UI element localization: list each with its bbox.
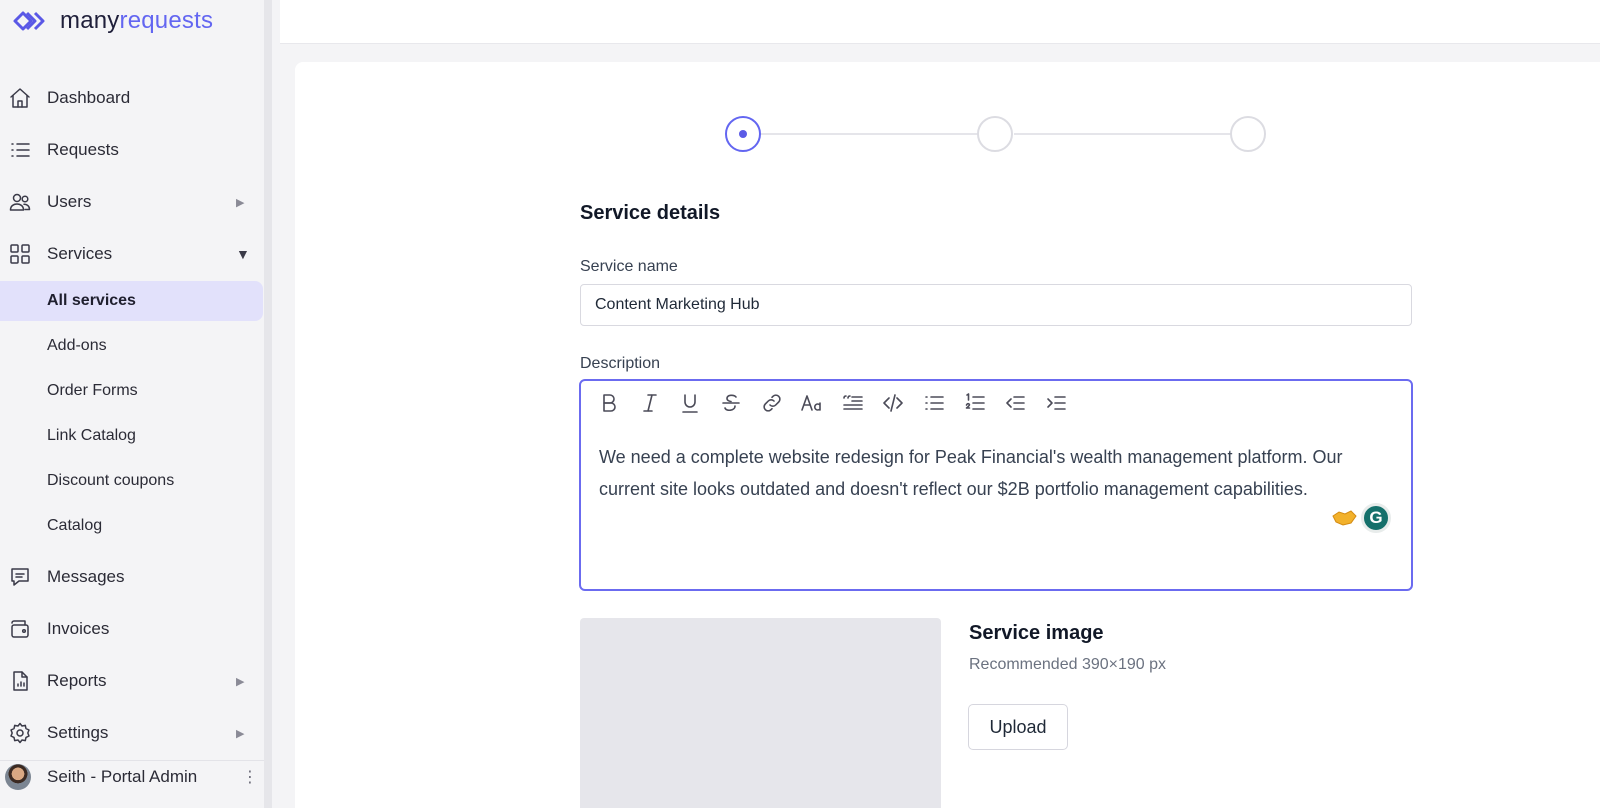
- section-title: Service details: [580, 202, 721, 224]
- progress-stepper: [725, 116, 1270, 152]
- sidebar-subitem-label: Discount coupons: [47, 472, 175, 489]
- sidebar-subitem-all-services[interactable]: All services: [0, 281, 263, 321]
- current-user[interactable]: Seith - Portal Admin ⋮: [0, 760, 264, 792]
- editor-toolbar: [589, 387, 1076, 419]
- step-connector: [761, 133, 978, 135]
- extension-icons: G: [1331, 503, 1391, 533]
- description-text[interactable]: We need a complete website redesign for …: [599, 441, 1369, 505]
- upload-button[interactable]: Upload: [968, 704, 1068, 750]
- sidebar-item-label: Dashboard: [47, 88, 131, 107]
- sidebar-item-invoices[interactable]: Invoices: [0, 608, 264, 650]
- underline-icon[interactable]: [670, 387, 711, 419]
- avatar[interactable]: [5, 763, 31, 790]
- sidebar-subitem-label: Catalog: [47, 517, 103, 534]
- sidebar-item-label: Messages: [47, 567, 125, 586]
- step-1[interactable]: [725, 116, 761, 152]
- description-editor[interactable]: We need a complete website redesign for …: [579, 379, 1413, 591]
- sidebar-subitem-discount-coupons[interactable]: Discount coupons: [0, 461, 264, 501]
- report-icon: [7, 668, 33, 694]
- sidebar-item-label: Invoices: [47, 619, 110, 638]
- home-icon: [7, 85, 33, 111]
- grammarly-icon[interactable]: G: [1361, 503, 1391, 533]
- indent-icon[interactable]: [1036, 387, 1077, 419]
- font-size-icon[interactable]: [792, 387, 833, 419]
- user-name: Seith - Portal Admin: [47, 766, 198, 786]
- users-icon: [7, 189, 33, 215]
- code-icon[interactable]: [873, 387, 914, 419]
- sidebar-item-messages[interactable]: Messages: [0, 556, 264, 598]
- bold-icon[interactable]: [589, 387, 630, 419]
- service-name-input[interactable]: [580, 284, 1412, 326]
- sidebar-item-dashboard[interactable]: Dashboard: [0, 77, 264, 119]
- top-bar: [280, 0, 1600, 44]
- more-options-icon[interactable]: ⋮: [242, 767, 258, 787]
- wallet-icon: [7, 616, 33, 642]
- chevron-down-icon[interactable]: ▼: [236, 246, 250, 262]
- sidebar-subitem-catalog[interactable]: Catalog: [0, 506, 264, 546]
- numbered-list-icon[interactable]: [954, 387, 995, 419]
- sidebar-subitem-label: All services: [47, 292, 136, 309]
- sidebar-subitem-order-forms[interactable]: Order Forms: [0, 371, 264, 411]
- chevron-right-icon[interactable]: ▶: [236, 196, 244, 209]
- sidebar: manyrequests Dashboard Requests Users ▶ …: [0, 0, 272, 808]
- brand-name: manyrequests: [60, 7, 214, 34]
- sidebar-subitem-add-ons[interactable]: Add-ons: [0, 326, 264, 366]
- grid-icon: [7, 241, 33, 267]
- service-image-hint: Recommended 390×190 px: [969, 656, 1167, 673]
- service-name-label: Service name: [580, 258, 678, 275]
- sidebar-item-label: Reports: [47, 671, 107, 690]
- service-image-title: Service image: [969, 622, 1104, 644]
- step-3[interactable]: [1230, 116, 1266, 152]
- list-icon: [7, 137, 33, 163]
- bullet-list-icon[interactable]: [914, 387, 955, 419]
- outdent-icon[interactable]: [995, 387, 1036, 419]
- step-connector: [1014, 133, 1231, 135]
- chevron-right-icon[interactable]: ▶: [236, 727, 244, 740]
- sidebar-item-services[interactable]: Services ▼: [0, 233, 264, 275]
- service-image-placeholder[interactable]: [580, 618, 941, 808]
- logo-mark-icon: [13, 11, 45, 31]
- chevron-right-icon[interactable]: ▶: [236, 675, 244, 688]
- sidebar-item-requests[interactable]: Requests: [0, 129, 264, 171]
- description-label: Description: [580, 355, 661, 372]
- sidebar-subitem-label: Link Catalog: [47, 427, 136, 444]
- sidebar-item-label: Users: [47, 192, 92, 211]
- sidebar-item-reports[interactable]: Reports ▶: [0, 660, 264, 702]
- sidebar-subitem-label: Add-ons: [47, 337, 107, 354]
- brand-logo[interactable]: manyrequests: [12, 6, 213, 36]
- sidebar-item-settings[interactable]: Settings ▶: [0, 712, 264, 754]
- sidebar-item-label: Settings: [47, 723, 109, 742]
- step-2[interactable]: [977, 116, 1013, 152]
- blockquote-icon[interactable]: [833, 387, 874, 419]
- handshake-icon[interactable]: [1331, 508, 1357, 528]
- sidebar-item-label: Services: [47, 244, 113, 263]
- italic-icon[interactable]: [630, 387, 671, 419]
- gear-icon: [7, 720, 33, 746]
- strikethrough-icon[interactable]: [711, 387, 752, 419]
- sidebar-subitem-label: Order Forms: [47, 382, 138, 399]
- link-icon[interactable]: [751, 387, 792, 419]
- sidebar-item-users[interactable]: Users ▶: [0, 181, 264, 223]
- sidebar-subitem-link-catalog[interactable]: Link Catalog: [0, 416, 264, 456]
- message-icon: [7, 564, 33, 590]
- sidebar-item-label: Requests: [47, 140, 119, 159]
